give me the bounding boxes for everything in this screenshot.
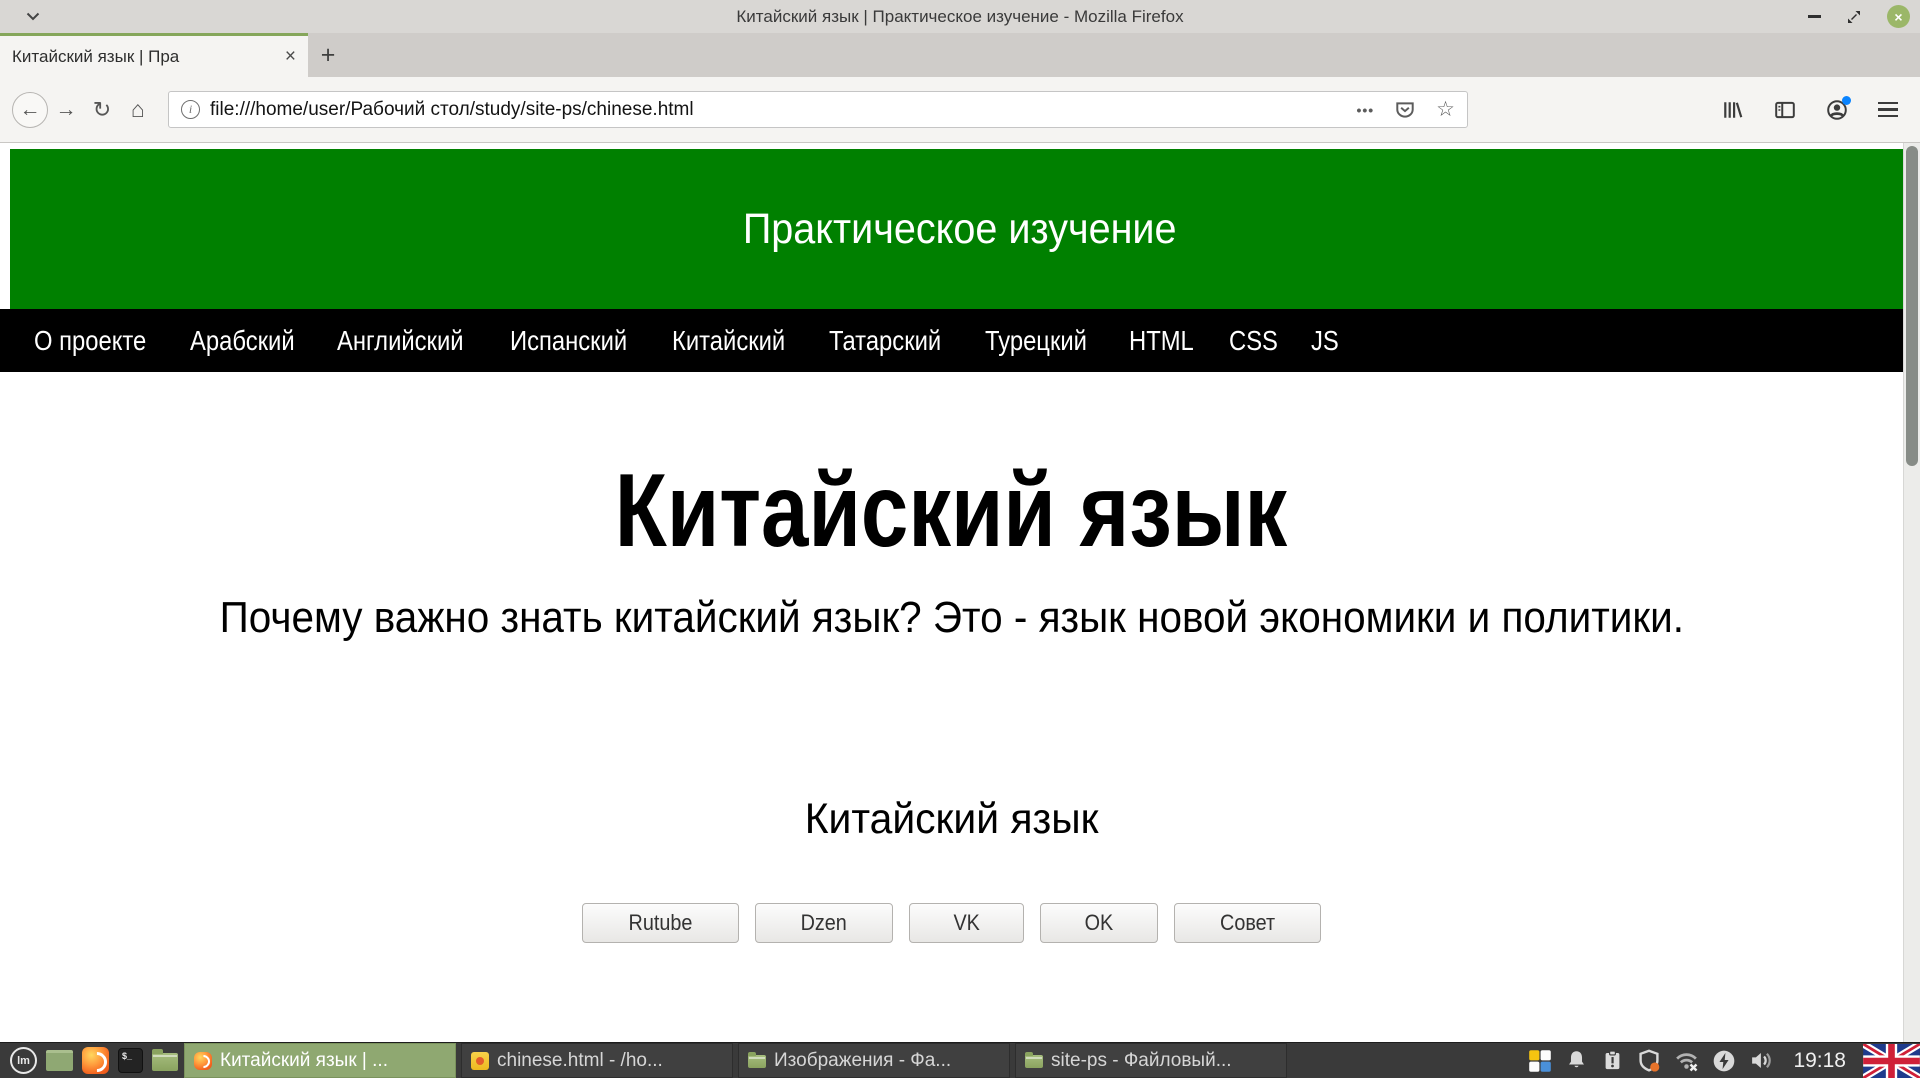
url-text[interactable]: file:///home/user/Рабочий стол/study/sit… <box>210 99 1356 121</box>
page-content: Практическое изучение О проекте Арабский… <box>0 143 1920 1042</box>
taskbar-window-firefox[interactable]: Китайский язык | ... <box>184 1043 456 1078</box>
page-subheading: Китайский язык <box>804 795 1099 843</box>
system-tray: 19:18 <box>1528 1043 1920 1078</box>
firefox-icon <box>194 1051 212 1070</box>
site-info-icon[interactable]: i <box>181 100 200 119</box>
workspace-colors-icon[interactable] <box>1528 1049 1552 1073</box>
text-editor-icon <box>471 1051 489 1070</box>
wifi-disconnected-icon[interactable] <box>1674 1048 1699 1073</box>
file-manager-icon[interactable] <box>152 1049 178 1071</box>
taskbar-window-siteps[interactable]: site-ps - Файловый... <box>1015 1043 1287 1078</box>
toolbar-right-icons <box>1722 95 1908 121</box>
scrollbar-track[interactable] <box>1903 143 1920 1042</box>
nav-link-chinese[interactable]: Китайский <box>672 325 785 357</box>
button-ok[interactable]: OK <box>1039 903 1158 943</box>
page-actions-icon[interactable]: ••• <box>1356 102 1374 118</box>
reload-button[interactable]: ↻ <box>84 92 120 128</box>
taskbar-window-images[interactable]: Изображения - Фа... <box>738 1043 1010 1078</box>
account-notification-dot <box>1842 95 1851 105</box>
taskbar: lm $_ Китайский язык | ... chinese.html … <box>0 1042 1920 1078</box>
navigation-toolbar: ← → ↻ ⌂ i file:///home/user/Рабочий стол… <box>0 77 1920 143</box>
tab-close-icon[interactable]: × <box>281 46 300 68</box>
keyboard-layout-flag-icon[interactable] <box>1863 1043 1920 1078</box>
close-button[interactable]: × <box>1887 5 1910 28</box>
sidebar-icon[interactable] <box>1774 99 1796 121</box>
clock[interactable]: 19:18 <box>1793 1049 1846 1073</box>
button-rutube[interactable]: Rutube <box>582 903 740 943</box>
maximize-button[interactable] <box>1847 10 1861 24</box>
nav-link-english[interactable]: Английский <box>337 325 464 357</box>
titlebar: Китайский язык | Практическое изучение -… <box>0 0 1920 33</box>
taskbar-window-list: Китайский язык | ... chinese.html - /ho.… <box>184 1043 1287 1078</box>
page-nav: О проекте Арабский Английский Испанский … <box>0 309 1920 372</box>
library-icon[interactable] <box>1722 99 1744 121</box>
banner-title: Практическое изучение <box>743 204 1177 253</box>
terminal-icon[interactable]: $_ <box>118 1048 143 1073</box>
page-banner: Практическое изучение <box>10 149 1910 309</box>
scrollbar-thumb[interactable] <box>1906 146 1918 466</box>
button-vk[interactable]: VK <box>908 903 1024 943</box>
home-button[interactable]: ⌂ <box>120 92 156 128</box>
nav-link-js[interactable]: JS <box>1311 325 1339 357</box>
mint-menu-icon[interactable]: lm <box>10 1047 37 1074</box>
page-heading: Китайский язык <box>615 453 1288 569</box>
update-manager-icon[interactable] <box>1601 1049 1624 1072</box>
button-sovet[interactable]: Совет <box>1173 903 1321 943</box>
new-tab-button[interactable]: + <box>308 33 348 77</box>
minimize-button[interactable] <box>1808 15 1821 18</box>
tab-chinese-language[interactable]: Китайский язык | Пра × <box>0 33 308 77</box>
taskbar-launchers: lm $_ <box>10 1047 178 1074</box>
back-button[interactable]: ← <box>12 91 48 128</box>
folder-icon <box>748 1052 766 1068</box>
nav-link-tatar[interactable]: Татарский <box>829 325 941 357</box>
volume-icon[interactable] <box>1749 1048 1774 1073</box>
nav-link-arabic[interactable]: Арабский <box>190 325 295 357</box>
chevron-down-icon[interactable] <box>26 12 40 21</box>
url-bar[interactable]: i file:///home/user/Рабочий стол/study/s… <box>168 91 1468 128</box>
pocket-icon[interactable] <box>1394 99 1416 121</box>
show-desktop-icon[interactable] <box>46 1050 73 1071</box>
url-actions: ••• ☆ <box>1356 97 1455 122</box>
nav-link-html[interactable]: HTML <box>1129 325 1194 357</box>
window-title: Китайский язык | Практическое изучение -… <box>736 6 1184 26</box>
menu-icon[interactable] <box>1878 101 1898 118</box>
tab-bar: Китайский язык | Пра × + <box>0 33 1920 77</box>
nav-link-about[interactable]: О проекте <box>34 325 146 357</box>
button-dzen[interactable]: Dzen <box>755 903 893 943</box>
nav-link-css[interactable]: CSS <box>1229 325 1278 357</box>
nav-link-spanish[interactable]: Испанский <box>510 325 627 357</box>
power-manager-icon[interactable] <box>1712 1049 1736 1073</box>
bookmark-star-icon[interactable]: ☆ <box>1436 97 1455 122</box>
tab-title: Китайский язык | Пра <box>12 46 180 66</box>
account-icon[interactable] <box>1826 95 1851 121</box>
forward-button[interactable]: → <box>48 92 84 128</box>
window-controls: × <box>1808 0 1910 33</box>
taskbar-window-editor[interactable]: chinese.html - /ho... <box>461 1043 733 1078</box>
notifications-bell-icon[interactable] <box>1565 1049 1588 1072</box>
firewall-shield-icon[interactable] <box>1637 1049 1661 1073</box>
page-paragraph: Почему важно знать китайский язык? Это -… <box>219 593 1684 642</box>
firefox-launcher-icon[interactable] <box>82 1047 109 1074</box>
nav-link-turkish[interactable]: Турецкий <box>985 325 1087 357</box>
share-buttons-row: Rutube Dzen VK OK Совет <box>0 903 1903 943</box>
firefox-window: Китайский язык | Практическое изучение -… <box>0 0 1920 1078</box>
folder-icon <box>1025 1052 1043 1068</box>
